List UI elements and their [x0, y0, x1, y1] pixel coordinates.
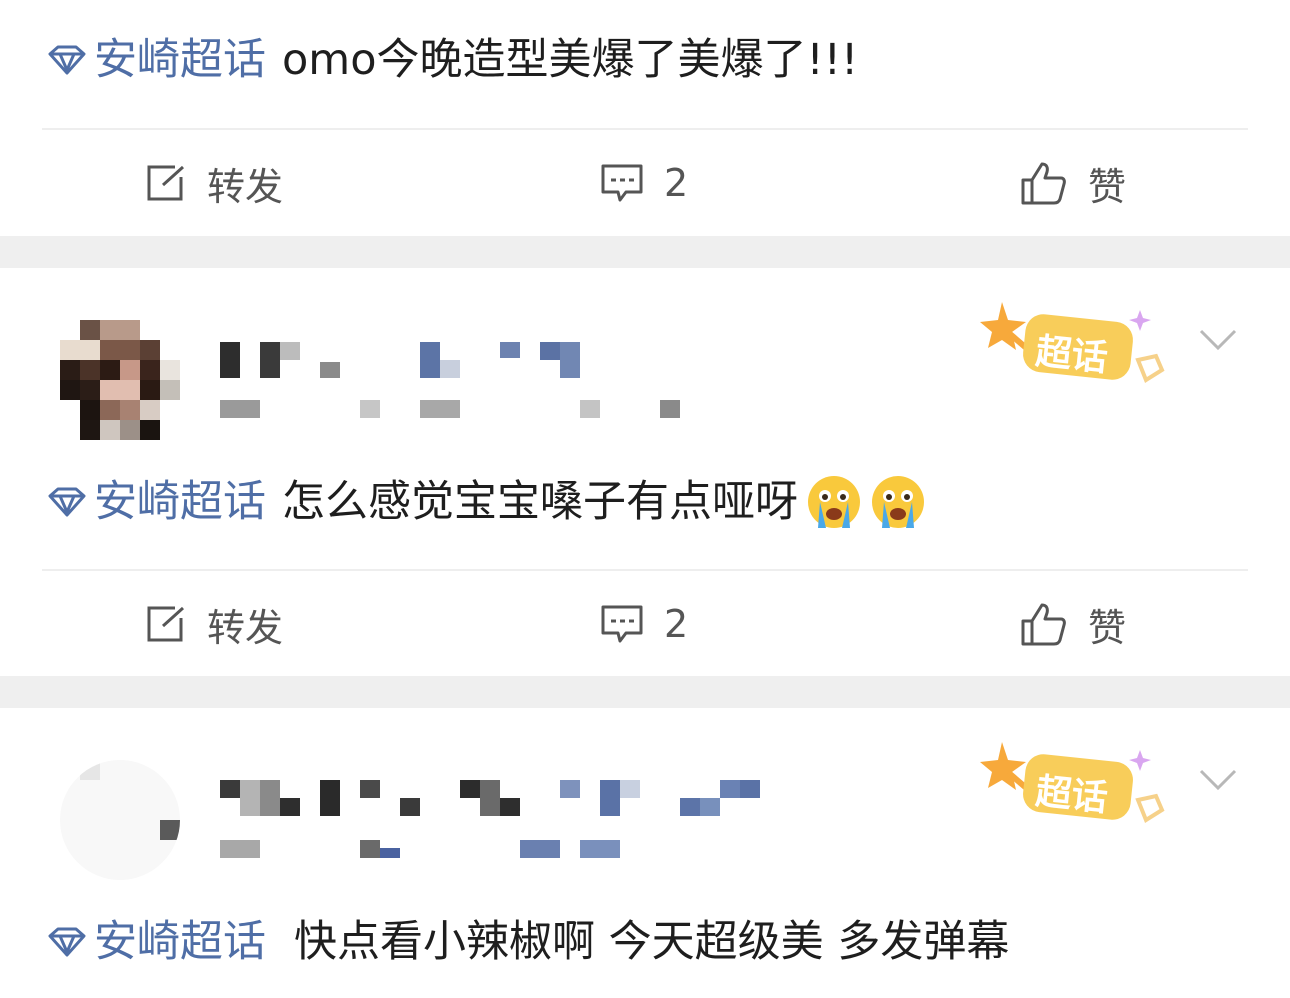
like-button[interactable]: 赞: [1020, 130, 1126, 236]
repost-button[interactable]: 转发: [145, 571, 283, 677]
feed-separator: [0, 676, 1290, 708]
thumbs-up-icon: [1021, 603, 1066, 646]
repost-button[interactable]: 转发: [145, 130, 283, 236]
diamond-icon: [48, 487, 86, 517]
username-redacted[interactable]: [220, 780, 780, 820]
crying-face-emoji: [808, 476, 860, 528]
post-1: 安崎超话 omo今晚造型美爆了美爆了!!! 转发 2 赞: [0, 0, 1290, 236]
post-2: 超话 安崎超话 怎么感觉宝宝嗓子有点哑呀 转发 2 赞: [0, 268, 1290, 676]
post-body: omo今晚造型美爆了美爆了!!!: [282, 35, 859, 85]
topic-label: 安崎超话: [94, 917, 266, 967]
post-text: 安崎超话 omo今晚造型美爆了美爆了!!!: [46, 32, 858, 88]
post-meta-redacted: [220, 400, 700, 420]
chevron-down-icon[interactable]: [1198, 328, 1238, 352]
feed-separator: [0, 236, 1290, 268]
post-3: 超话 安崎超话 快点看小辣椒啊 今天超级美 多发弹幕: [0, 708, 1290, 998]
post-meta-redacted: [220, 840, 640, 860]
avatar[interactable]: [60, 760, 180, 880]
comment-count: 2: [664, 161, 689, 205]
username-redacted[interactable]: [220, 340, 600, 380]
post-body: 快点看小辣椒啊 今天超级美 多发弹幕: [294, 917, 1010, 967]
repost-label: 转发: [207, 605, 284, 650]
chevron-down-icon[interactable]: [1198, 768, 1238, 792]
like-label: 赞: [1088, 605, 1127, 650]
diamond-icon: [48, 927, 86, 957]
thumbs-up-icon: [1021, 162, 1066, 205]
topic-link[interactable]: 安崎超话: [46, 474, 266, 530]
crying-face-emoji: [872, 476, 924, 528]
like-label: 赞: [1088, 164, 1127, 209]
share-edit-icon: [147, 165, 185, 201]
action-bar: 转发 2 赞: [0, 130, 1290, 236]
topic-link[interactable]: 安崎超话: [46, 914, 266, 970]
post-text: 安崎超话 怎么感觉宝宝嗓子有点哑呀: [46, 474, 926, 530]
topic-link[interactable]: 安崎超话: [46, 32, 266, 88]
supertopic-badge-label: 超话: [1033, 771, 1110, 820]
avatar[interactable]: [60, 320, 180, 440]
diamond-icon: [48, 45, 86, 75]
supertopic-badge-label: 超话: [1033, 331, 1110, 380]
post-body: 怎么感觉宝宝嗓子有点哑呀: [282, 477, 798, 527]
supertopic-badge[interactable]: 超话: [980, 738, 1180, 838]
topic-label: 安崎超话: [94, 477, 266, 527]
topic-label: 安崎超话: [94, 35, 266, 85]
comment-button[interactable]: 2: [600, 571, 688, 677]
comment-icon: [601, 605, 643, 643]
comment-button[interactable]: 2: [600, 130, 688, 236]
repost-label: 转发: [207, 164, 284, 209]
comment-count: 2: [664, 602, 689, 646]
supertopic-badge[interactable]: 超话: [980, 298, 1180, 398]
like-button[interactable]: 赞: [1020, 571, 1126, 677]
comment-icon: [601, 164, 643, 202]
action-bar: 转发 2 赞: [0, 571, 1290, 677]
post-text: 安崎超话 快点看小辣椒啊 今天超级美 多发弹幕: [46, 914, 1009, 970]
share-edit-icon: [147, 606, 185, 642]
